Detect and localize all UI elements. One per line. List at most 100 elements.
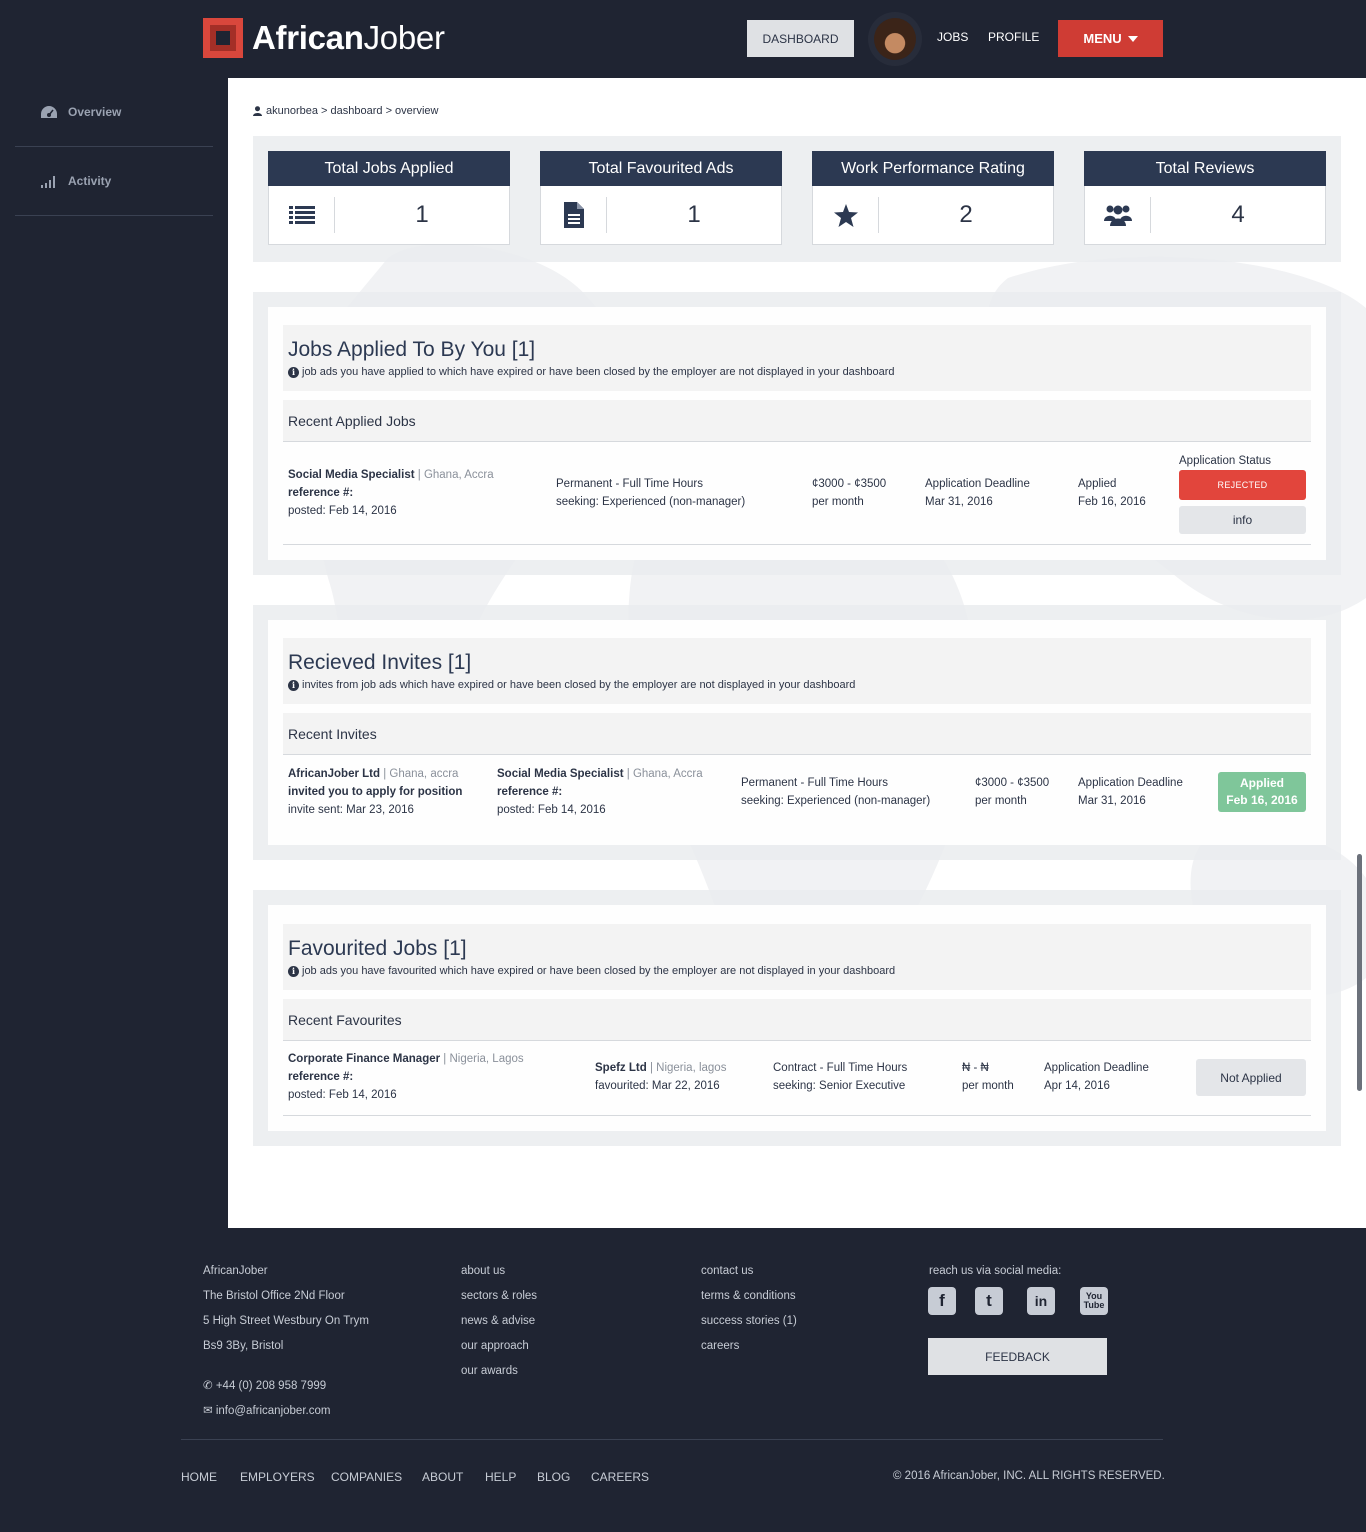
site-logo[interactable]: AfricanJober <box>203 18 445 58</box>
footer-nav-home[interactable]: HOME <box>181 1470 217 1484</box>
posted-date: posted: Feb 14, 2016 <box>497 804 606 816</box>
breadcrumb-text[interactable]: akunorbea > dashboard > overview <box>266 105 438 117</box>
dashboard-button[interactable]: DASHBOARD <box>747 20 854 57</box>
caret-down-icon <box>1127 35 1138 42</box>
sidebar-item-overview[interactable]: Overview <box>15 78 213 147</box>
section-title: Jobs Applied To By You [1] <box>288 338 536 361</box>
page-scrollbar[interactable] <box>1357 854 1362 1091</box>
deadline-cell: Application Deadline Apr 14, 2016 <box>1044 1059 1149 1095</box>
linkedin-icon[interactable]: in <box>1027 1287 1055 1315</box>
footer-link-sectors-roles[interactable]: sectors & roles <box>461 1289 537 1314</box>
applied-status-badge[interactable]: Applied Feb 16, 2016 <box>1218 772 1306 812</box>
job-info-cell: Corporate Finance Manager | Nigeria, Lag… <box>288 1050 524 1104</box>
salary-cell: ¢3000 - ¢3500 per month <box>975 774 1049 810</box>
deadline-label: Application Deadline <box>1044 1062 1149 1074</box>
subsection-title: Recent Invites <box>288 726 377 742</box>
deadline-label: Application Deadline <box>925 478 1030 490</box>
subsection-title: Recent Favourites <box>288 1012 402 1028</box>
job-type: Permanent - Full Time Hours <box>741 777 888 789</box>
job-info-cell: Social Media Specialist | Ghana, Accra r… <box>497 765 703 819</box>
menu-label: MENU <box>1083 31 1122 46</box>
job-title-link[interactable]: Social Media Specialist <box>497 768 624 780</box>
job-type-cell: Contract - Full Time Hours seeking: Seni… <box>773 1059 907 1095</box>
subsection-header: Recent Favourites <box>283 999 1311 1041</box>
job-title-link[interactable]: Corporate Finance Manager <box>288 1053 440 1065</box>
subsection-title: Recent Applied Jobs <box>288 413 416 429</box>
footer-nav-about[interactable]: ABOUT <box>422 1470 463 1484</box>
invite-company-cell: AfricanJober Ltd | Ghana, accra invited … <box>288 765 462 819</box>
footer-phone[interactable]: ✆ +44 (0) 208 958 7999 <box>203 1379 369 1404</box>
footer-link-about-us[interactable]: about us <box>461 1264 537 1289</box>
copyright-text: © 2016 AfricanJober, INC. ALL RIGHTS RES… <box>893 1470 1165 1482</box>
company-location: | Ghana, accra <box>383 768 459 780</box>
company-link[interactable]: Spefz Ltd <box>595 1062 647 1074</box>
company-link[interactable]: AfricanJober Ltd <box>288 768 380 780</box>
job-type-cell: Permanent - Full Time Hours seeking: Exp… <box>741 774 930 810</box>
deadline-date: Mar 31, 2016 <box>925 496 993 508</box>
footer-link-terms[interactable]: terms & conditions <box>701 1289 797 1314</box>
not-applied-button[interactable]: Not Applied <box>1196 1059 1306 1096</box>
stat-card-favourited-ads[interactable]: Total Favourited Ads 1 <box>540 151 782 245</box>
youtube-icon[interactable]: You Tube <box>1080 1287 1108 1315</box>
posted-date: posted: Feb 14, 2016 <box>288 1089 397 1101</box>
row-divider <box>283 544 1311 545</box>
stat-title: Work Performance Rating <box>812 151 1054 186</box>
facebook-icon[interactable]: f <box>928 1287 956 1315</box>
sidebar-item-activity[interactable]: Activity <box>15 147 213 216</box>
applied-date: Feb 16, 2016 <box>1078 496 1146 508</box>
info-icon: i <box>288 965 299 977</box>
stat-card-jobs-applied[interactable]: Total Jobs Applied 1 <box>268 151 510 245</box>
salary-range: ₦ - ₦ <box>962 1062 989 1074</box>
footer-link-our-awards[interactable]: our awards <box>461 1364 537 1389</box>
sidebar-item-label: Activity <box>68 174 112 188</box>
footer-nav-help[interactable]: HELP <box>485 1470 516 1484</box>
invite-text: invited you to apply for position <box>288 786 463 798</box>
job-location: | Nigeria, Lagos <box>443 1053 524 1065</box>
feedback-button[interactable]: FEEDBACK <box>928 1338 1107 1375</box>
envelope-icon: ✉ <box>203 1405 213 1417</box>
footer-nav-blog[interactable]: BLOG <box>537 1470 570 1484</box>
footer: AfricanJober The Bristol Office 2Nd Floo… <box>0 1228 1366 1532</box>
nav-jobs-link[interactable]: JOBS <box>937 30 968 44</box>
invites-section: Recieved Invites [1] i invites from job … <box>253 605 1341 860</box>
footer-links-col1: about us sectors & roles news & advise o… <box>461 1264 537 1389</box>
footer-link-our-approach[interactable]: our approach <box>461 1339 537 1364</box>
users-icon <box>1085 197 1151 233</box>
footer-link-news-advise[interactable]: news & advise <box>461 1314 537 1339</box>
reference-label: reference #: <box>497 786 563 798</box>
job-type-cell: Permanent - Full Time Hours seeking: Exp… <box>556 475 745 511</box>
job-seeking: seeking: Experienced (non-manager) <box>741 795 931 807</box>
applied-label: Applied <box>1078 478 1117 490</box>
top-header: AfricanJober DASHBOARD JOBS PROFILE MENU <box>0 0 1366 78</box>
favourited-date: favourited: Mar 22, 2016 <box>595 1080 720 1092</box>
stat-card-performance-rating[interactable]: Work Performance Rating 2 <box>812 151 1054 245</box>
section-header: Jobs Applied To By You [1] i job ads you… <box>283 325 1311 391</box>
job-location: | Ghana, Accra <box>417 469 494 481</box>
nav-profile-link[interactable]: PROFILE <box>988 30 1039 44</box>
footer-company-name: AfricanJober <box>203 1265 268 1277</box>
menu-button[interactable]: MENU <box>1058 20 1163 57</box>
job-info-cell: Social Media Specialist | Ghana, Accra r… <box>288 466 494 520</box>
footer-link-success-stories[interactable]: success stories (1) <box>701 1314 797 1339</box>
footer-link-contact-us[interactable]: contact us <box>701 1264 797 1289</box>
info-button[interactable]: info <box>1179 506 1306 534</box>
user-avatar[interactable] <box>874 18 916 60</box>
salary-period: per month <box>812 496 864 508</box>
row-divider <box>283 1115 1311 1116</box>
salary-range: ¢3000 - ¢3500 <box>975 777 1050 789</box>
footer-address: AfricanJober The Bristol Office 2Nd Floo… <box>203 1264 369 1429</box>
footer-link-careers[interactable]: careers <box>701 1339 797 1364</box>
rejected-status-badge[interactable]: REJECTED <box>1179 470 1306 500</box>
footer-email[interactable]: ✉ info@africanjober.com <box>203 1404 369 1429</box>
footer-links-col2: contact us terms & conditions success st… <box>701 1264 797 1364</box>
stat-card-total-reviews[interactable]: Total Reviews 4 <box>1084 151 1326 245</box>
job-title-link[interactable]: Social Media Specialist <box>288 469 415 481</box>
footer-nav-employers[interactable]: EMPLOYERS <box>240 1470 315 1484</box>
twitter-icon[interactable]: t <box>975 1287 1003 1315</box>
footer-nav-companies[interactable]: COMPANIES <box>331 1470 402 1484</box>
footer-nav-careers[interactable]: CAREERS <box>591 1470 649 1484</box>
sidebar-item-label: Overview <box>68 105 122 119</box>
job-type: Contract - Full Time Hours <box>773 1062 908 1074</box>
section-header: Favourited Jobs [1] i job ads you have f… <box>283 924 1311 990</box>
salary-period: per month <box>962 1080 1014 1092</box>
